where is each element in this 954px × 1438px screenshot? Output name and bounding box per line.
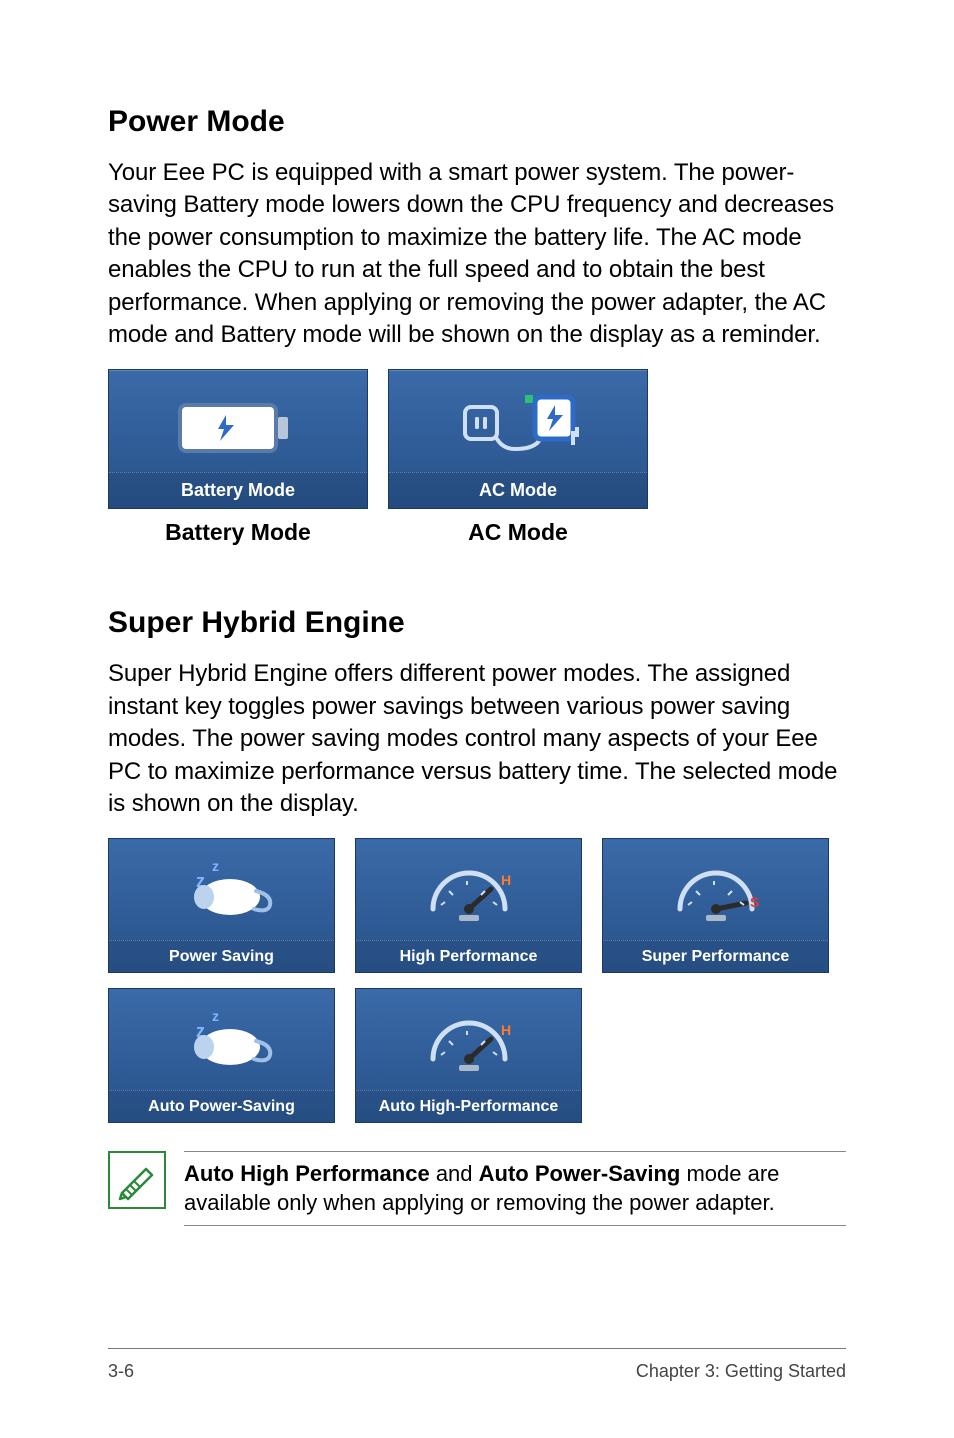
note-block: Auto High Performance and Auto Power-Sav… [108,1151,846,1226]
battery-mode-caption: Battery Mode [165,519,311,546]
she-heading: Super Hybrid Engine [108,606,846,640]
note-bold-1: Auto High Performance [184,1161,430,1186]
tile-high-performance-label: High Performance [356,940,581,972]
tile-power-saving-label: Power Saving [109,940,334,972]
power-mode-panels: Battery Mode Battery Mode [108,369,846,546]
ac-mode-panel-wrap: AC Mode AC Mode [388,369,648,546]
gauge-super-icon: S [603,839,828,940]
tile-super-performance-label: Super Performance [603,940,828,972]
tile-super-performance: S Super Performance [602,838,829,973]
tile-auto-power-saving-label: Auto Power-Saving [109,1090,334,1122]
page-number: 3-6 [108,1361,134,1382]
note-text-wrap: Auto High Performance and Auto Power-Sav… [184,1151,846,1226]
battery-mode-panel: Battery Mode [108,369,368,509]
ac-mode-caption: AC Mode [468,519,568,546]
svg-text:z: z [212,1008,219,1024]
ac-mode-icon [389,384,647,472]
svg-text:S: S [750,894,759,910]
tile-auto-high-performance: H Auto High-Performance [355,988,582,1123]
she-mode-grid: z z Power Saving H [108,838,846,1123]
note-mid: and [430,1161,479,1186]
tile-high-performance: H High Performance [355,838,582,973]
power-mode-body: Your Eee PC is equipped with a smart pow… [108,157,846,351]
sleeping-battery-icon: z z [109,839,334,940]
note-icon [108,1151,166,1209]
ac-mode-panel: AC Mode [388,369,648,509]
ac-mode-bar-label: AC Mode [389,472,647,508]
she-body: Super Hybrid Engine offers different pow… [108,658,846,820]
tile-auto-power-saving: z z Auto Power-Saving [108,988,335,1123]
chapter-label: Chapter 3: Getting Started [636,1361,846,1382]
note-bold-2: Auto Power-Saving [479,1161,681,1186]
power-mode-heading: Power Mode [108,105,846,139]
gauge-high-icon: H [356,839,581,940]
svg-text:z: z [212,858,219,874]
svg-text:H: H [501,872,511,888]
battery-mode-bar-label: Battery Mode [109,472,367,508]
battery-mode-panel-wrap: Battery Mode Battery Mode [108,369,368,546]
page-footer: 3-6 Chapter 3: Getting Started [108,1348,846,1382]
note-text: Auto High Performance and Auto Power-Sav… [184,1160,846,1217]
tile-power-saving: z z Power Saving [108,838,335,973]
battery-mode-icon [109,384,367,472]
svg-text:H: H [501,1022,511,1038]
sleeping-battery-icon: z z [109,989,334,1090]
gauge-high-icon: H [356,989,581,1090]
tile-auto-high-performance-label: Auto High-Performance [356,1090,581,1122]
